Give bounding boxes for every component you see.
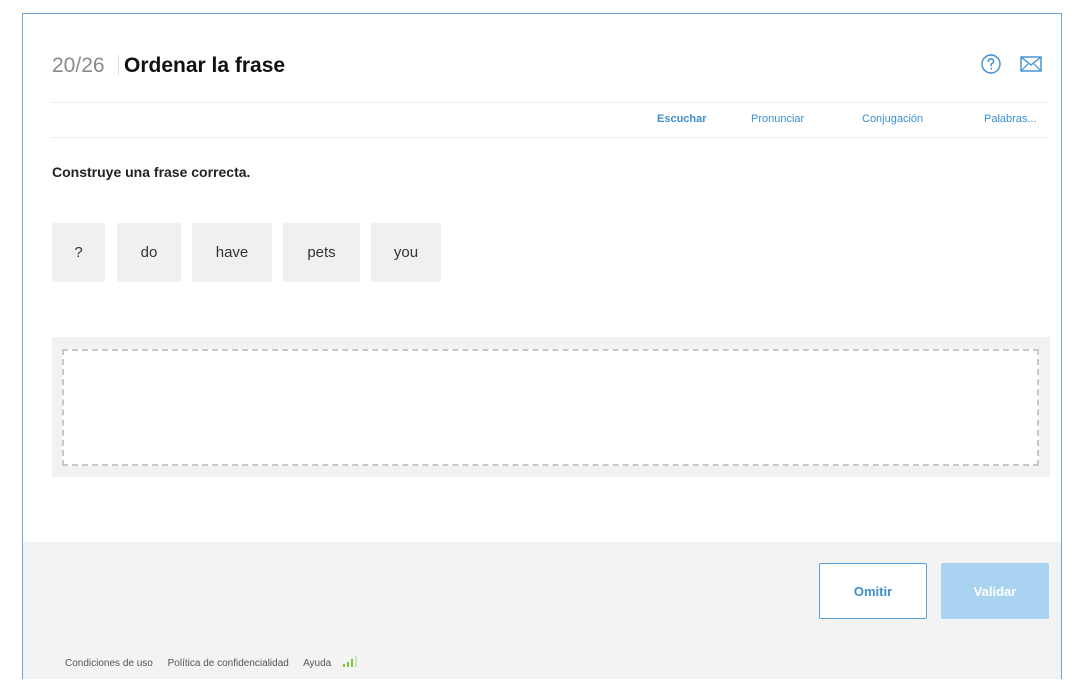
- help-link[interactable]: Ayuda: [303, 658, 331, 669]
- word-tile-you[interactable]: you: [371, 223, 441, 282]
- footer-links: Condiciones de uso Política de confidenc…: [65, 656, 370, 671]
- skip-button[interactable]: Omitir: [819, 563, 927, 619]
- progress-counter: 20/26: [52, 54, 105, 77]
- validate-button[interactable]: Validar: [941, 563, 1049, 619]
- tool-pronounce-link[interactable]: Pronunciar: [751, 113, 804, 125]
- header: 20/26 Ordenar la frase: [23, 14, 1061, 109]
- instruction-text: Construye una frase correcta.: [52, 164, 251, 180]
- answer-drop-zone[interactable]: [62, 349, 1039, 466]
- word-tile-question-mark[interactable]: ?: [52, 223, 105, 282]
- answer-area: [52, 337, 1050, 477]
- terms-link[interactable]: Condiciones de uso: [65, 658, 153, 669]
- help-icon[interactable]: [980, 53, 1002, 75]
- word-tile-have[interactable]: have: [192, 223, 272, 282]
- tool-listen-link[interactable]: Escuchar: [657, 113, 707, 125]
- tool-conjugation-link[interactable]: Conjugación: [862, 113, 923, 125]
- page-title: Ordenar la frase: [124, 54, 286, 77]
- footer: Omitir Validar Condiciones de uso Políti…: [23, 542, 1061, 679]
- tools-bar: Escuchar Pronunciar Conjugación Palabras…: [51, 102, 1049, 138]
- envelope-icon[interactable]: [1019, 53, 1042, 75]
- exercise-panel: 20/26 Ordenar la frase Escuchar Pronunci…: [22, 13, 1062, 679]
- privacy-link[interactable]: Política de confidencialidad: [168, 658, 289, 669]
- tool-words-link[interactable]: Palabras...: [984, 113, 1037, 125]
- signal-bars-icon: [342, 656, 358, 671]
- word-tile-pets[interactable]: pets: [283, 223, 360, 282]
- header-divider: [118, 55, 119, 75]
- word-tile-do[interactable]: do: [117, 223, 181, 282]
